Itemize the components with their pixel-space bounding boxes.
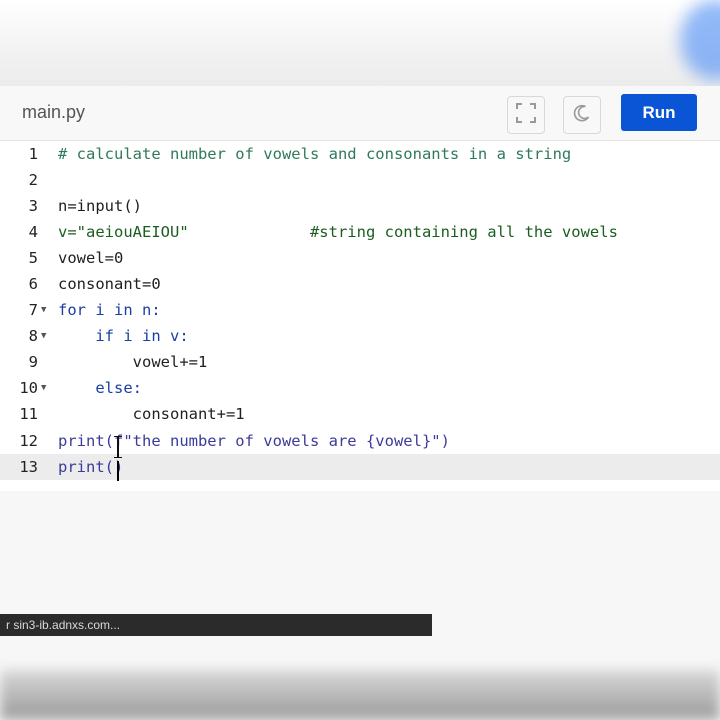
code-line[interactable]: 10 ▼ else: <box>0 375 720 401</box>
line-number: 10 <box>19 379 38 397</box>
fold-arrow-icon[interactable]: ▼ <box>41 297 46 323</box>
code-line[interactable]: 12 print(f"the number of vowels are {vow… <box>0 428 720 454</box>
theme-toggle-button[interactable] <box>563 96 601 134</box>
line-number: 8 <box>28 327 38 345</box>
line-number: 1 <box>28 145 38 163</box>
run-button[interactable]: Run <box>621 94 697 131</box>
fullscreen-button[interactable] <box>507 96 545 134</box>
line-number: 11 <box>19 405 38 423</box>
line-number: 5 <box>28 249 38 267</box>
line-number: 6 <box>28 275 38 293</box>
code-text: v="aeiouAEIOU" #string containing all th… <box>58 223 618 241</box>
code-line[interactable]: 3 n=input() <box>0 193 720 219</box>
code-line[interactable]: 9 vowel+=1 <box>0 349 720 375</box>
code-text: for i in n: <box>58 301 161 319</box>
moon-icon <box>572 103 592 128</box>
code-line[interactable]: 7 ▼ for i in n: <box>0 297 720 323</box>
editor-header: main.py <box>0 86 720 141</box>
fold-arrow-icon[interactable]: ▼ <box>41 375 46 401</box>
code-text: n=input() <box>58 197 142 215</box>
line-number: 7 <box>28 301 38 319</box>
code-line-active[interactable]: 13 print() <box>0 454 720 480</box>
code-text: consonant=0 <box>58 275 161 293</box>
code-line[interactable]: 2 <box>0 167 720 193</box>
code-text: else: <box>58 379 142 397</box>
code-text: vowel+=1 <box>58 353 208 371</box>
text-caret <box>117 461 119 481</box>
line-number: 4 <box>28 223 38 241</box>
file-tab[interactable]: main.py <box>22 102 85 123</box>
code-line[interactable]: 4 v="aeiouAEIOU" #string containing all … <box>0 219 720 245</box>
code-line[interactable]: 11 consonant+=1 <box>0 401 720 427</box>
code-text: # calculate number of vowels and consona… <box>58 145 572 163</box>
code-line[interactable]: 6 consonant=0 <box>0 271 720 297</box>
code-text: if i in v: <box>58 327 189 345</box>
bottom-shadow <box>0 670 720 720</box>
line-number: 2 <box>28 171 38 189</box>
fullscreen-icon <box>515 102 537 129</box>
code-text: vowel=0 <box>58 249 124 267</box>
code-text: consonant+=1 <box>58 405 245 423</box>
line-number: 9 <box>28 353 38 371</box>
line-number: 13 <box>19 458 38 476</box>
line-number: 12 <box>19 432 38 450</box>
code-line[interactable]: 8 ▼ if i in v: <box>0 323 720 349</box>
line-number: 3 <box>28 197 38 215</box>
browser-status-bar: r sin3-ib.adnxs.com... <box>0 614 432 636</box>
background-top <box>0 0 720 86</box>
code-line[interactable]: 1 # calculate number of vowels and conso… <box>0 141 720 167</box>
mouse-ibeam-cursor <box>114 436 122 458</box>
code-line[interactable]: 5 vowel=0 <box>0 245 720 271</box>
fold-arrow-icon[interactable]: ▼ <box>41 323 46 349</box>
